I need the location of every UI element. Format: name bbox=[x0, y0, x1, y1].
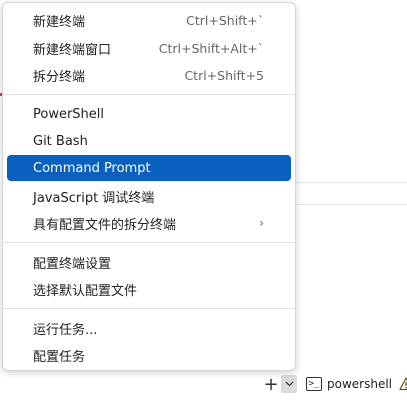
terminal-name: powershell bbox=[327, 377, 392, 391]
background-divider bbox=[296, 204, 407, 205]
terminal-profile-dropdown-button[interactable] bbox=[281, 375, 297, 393]
menu-item-javascript-debug-terminal[interactable]: JavaScript 调试终端 bbox=[7, 183, 291, 209]
menu-separator bbox=[3, 94, 295, 95]
active-terminal-indicator[interactable]: >_ powershell bbox=[306, 376, 407, 392]
chevron-down-icon bbox=[285, 381, 293, 387]
menu-item-command-prompt[interactable]: Command Prompt bbox=[7, 155, 291, 181]
menu-item-configure-tasks[interactable]: 配置任务 bbox=[7, 342, 291, 368]
menu-item-run-task[interactable]: 运行任务... bbox=[7, 315, 291, 341]
menu-item-shortcut: Ctrl+Shift+Alt+` bbox=[158, 40, 264, 56]
menu-item-git-bash[interactable]: Git Bash bbox=[7, 128, 291, 154]
new-terminal-button[interactable]: + bbox=[262, 374, 280, 395]
menu-item-label: 新建终端 bbox=[33, 14, 86, 30]
menu-item-label: 选择默认配置文件 bbox=[33, 283, 138, 299]
menu-item-split-terminal-with-profile[interactable]: 具有配置文件的拆分终端 › bbox=[7, 210, 291, 236]
background-divider bbox=[296, 182, 407, 183]
menu-item-label: JavaScript 调试终端 bbox=[33, 190, 155, 206]
menu-separator bbox=[3, 242, 295, 243]
menu-separator bbox=[3, 308, 295, 309]
menu-item-label: Git Bash bbox=[33, 133, 88, 149]
menu-item-label: PowerShell bbox=[33, 106, 105, 122]
menu-item-new-terminal[interactable]: 新建终端 Ctrl+Shift+` bbox=[7, 7, 291, 33]
menu-item-shortcut: Ctrl+Shift+` bbox=[186, 12, 264, 28]
menu-item-label: 配置任务 bbox=[33, 349, 86, 365]
menu-item-label: 配置终端设置 bbox=[33, 256, 112, 272]
menu-item-label: 新建终端窗口 bbox=[33, 42, 112, 58]
menu-item-select-default-profile[interactable]: 选择默认配置文件 bbox=[7, 276, 291, 302]
menu-item-shortcut: Ctrl+Shift+5 bbox=[184, 67, 264, 83]
menu-item-label: 拆分终端 bbox=[33, 69, 86, 85]
menu-item-label: 具有配置文件的拆分终端 bbox=[33, 217, 177, 233]
menu-item-label: 运行任务... bbox=[33, 322, 98, 338]
menu-item-configure-terminal-settings[interactable]: 配置终端设置 bbox=[7, 249, 291, 275]
menu-item-split-terminal[interactable]: 拆分终端 Ctrl+Shift+5 bbox=[7, 62, 291, 88]
menu-item-powershell[interactable]: PowerShell bbox=[7, 101, 291, 127]
terminal-launch-menu: 新建终端 Ctrl+Shift+` 新建终端窗口 Ctrl+Shift+Alt+… bbox=[2, 2, 296, 371]
menu-item-label: Command Prompt bbox=[33, 160, 151, 176]
chevron-right-icon: › bbox=[259, 216, 264, 230]
menu-item-new-terminal-window[interactable]: 新建终端窗口 Ctrl+Shift+Alt+` bbox=[7, 35, 291, 61]
terminal-icon: >_ bbox=[306, 377, 322, 391]
warning-icon[interactable] bbox=[399, 377, 407, 391]
